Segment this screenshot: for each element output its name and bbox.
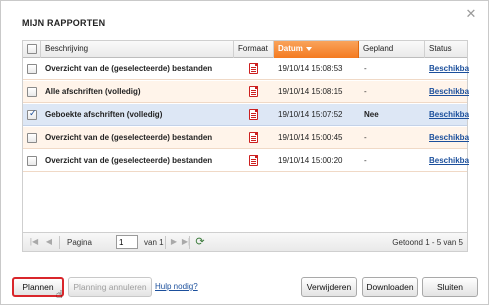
row-status-link[interactable]: Beschikbaar (429, 150, 469, 172)
pager-separator (165, 236, 166, 249)
header-datum[interactable]: Datum (274, 41, 359, 58)
row-gepland: - (364, 87, 367, 96)
row-checkbox[interactable] (27, 87, 37, 97)
row-datum: 19/10/14 15:00:20 (278, 156, 343, 165)
header-formaat[interactable]: Formaat (234, 41, 274, 58)
row-gepland: - (364, 64, 367, 73)
planning-annuleren-button[interactable]: Planning annuleren (68, 277, 152, 297)
row-status-link[interactable]: Beschikbaar (429, 58, 469, 80)
pdf-icon[interactable] (249, 155, 258, 166)
row-gepland: - (364, 156, 367, 165)
pager-pagina-label: Pagina (67, 238, 92, 247)
pager-separator (59, 236, 60, 249)
header-datum-label: Datum (278, 44, 303, 53)
row-beschrijving: Geboekte afschriften (volledig) (45, 110, 163, 119)
pdf-icon[interactable] (249, 109, 258, 120)
header-gepland[interactable]: Gepland (359, 41, 425, 58)
header-status[interactable]: Status (425, 41, 467, 58)
pager-summary: Getoond 1 - 5 van 5 (392, 238, 463, 247)
pagination-toolbar: |◀ ◀ Pagina van 1 ▶ ▶| ⟳ Getoond 1 - 5 v… (23, 232, 467, 251)
row-status-link[interactable]: Beschikbaar (429, 104, 469, 126)
select-all-checkbox[interactable] (27, 44, 37, 54)
prev-page-icon[interactable]: ◀ (43, 236, 55, 248)
row-beschrijving: Overzicht van de (geselecteerde) bestand… (45, 156, 213, 165)
table-row[interactable]: Alle afschriften (volledig) 19/10/14 15:… (23, 81, 469, 103)
table-row[interactable]: Overzicht van de (geselecteerde) bestand… (23, 58, 469, 80)
row-datum: 19/10/14 15:07:52 (278, 110, 343, 119)
row-checkbox[interactable] (27, 64, 37, 74)
first-page-icon[interactable]: |◀ (28, 236, 40, 248)
pdf-icon[interactable] (249, 132, 258, 143)
pdf-icon[interactable] (249, 63, 258, 74)
row-beschrijving: Alle afschriften (volledig) (45, 87, 141, 96)
row-status-link[interactable]: Beschikbaar (429, 127, 469, 149)
row-datum: 19/10/14 15:08:15 (278, 87, 343, 96)
reports-grid: Beschrijving Formaat Datum Gepland Statu… (22, 40, 469, 252)
sort-desc-icon (305, 46, 312, 51)
table-row-selected[interactable]: Geboekte afschriften (volledig) 19/10/14… (23, 104, 469, 126)
row-checkbox[interactable] (27, 156, 37, 166)
row-gepland: - (364, 133, 367, 142)
hulp-nodig-link[interactable]: Hulp nodig? (155, 282, 198, 291)
row-datum: 19/10/14 15:08:53 (278, 64, 343, 73)
table-row[interactable]: Overzicht van de (geselecteerde) bestand… (23, 150, 469, 172)
header-select-all-cell (23, 41, 41, 58)
row-datum: 19/10/14 15:00:45 (278, 133, 343, 142)
row-status-link[interactable]: Beschikbaar (429, 81, 469, 103)
header-beschrijving[interactable]: Beschrijving (41, 41, 234, 58)
page-number-input[interactable] (116, 235, 138, 249)
row-checkbox-checked[interactable] (27, 108, 37, 120)
dialog-title: MIJN RAPPORTEN (22, 18, 106, 28)
table-row[interactable]: Overzicht van de (geselecteerde) bestand… (23, 127, 469, 149)
grid-header: Beschrijving Formaat Datum Gepland Statu… (23, 41, 467, 58)
pager-van-label: van 1 (144, 238, 164, 247)
row-gepland: Nee (364, 110, 379, 119)
last-page-icon[interactable]: ▶| (180, 236, 192, 248)
verwijderen-button[interactable]: Verwijderen (301, 277, 357, 297)
reports-dialog: MIJN RAPPORTEN ✕ Beschrijving Formaat Da… (0, 0, 489, 305)
sluiten-button[interactable]: Sluiten (422, 277, 478, 297)
downloaden-button[interactable]: Downloaden (362, 277, 418, 297)
pdf-icon[interactable] (249, 86, 258, 97)
next-page-icon[interactable]: ▶ (168, 236, 180, 248)
pager-separator (189, 236, 190, 249)
hand-cursor-icon: ☝ (56, 289, 63, 301)
refresh-icon[interactable]: ⟳ (193, 235, 207, 249)
row-beschrijving: Overzicht van de (geselecteerde) bestand… (45, 64, 213, 73)
row-beschrijving: Overzicht van de (geselecteerde) bestand… (45, 133, 213, 142)
close-icon[interactable]: ✕ (464, 7, 478, 21)
row-checkbox[interactable] (27, 133, 37, 143)
